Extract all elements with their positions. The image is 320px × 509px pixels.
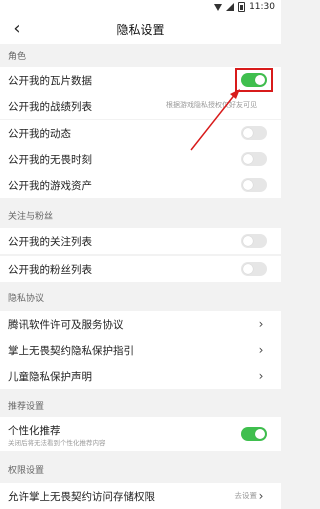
annotation-arrow-icon: [190, 89, 240, 151]
